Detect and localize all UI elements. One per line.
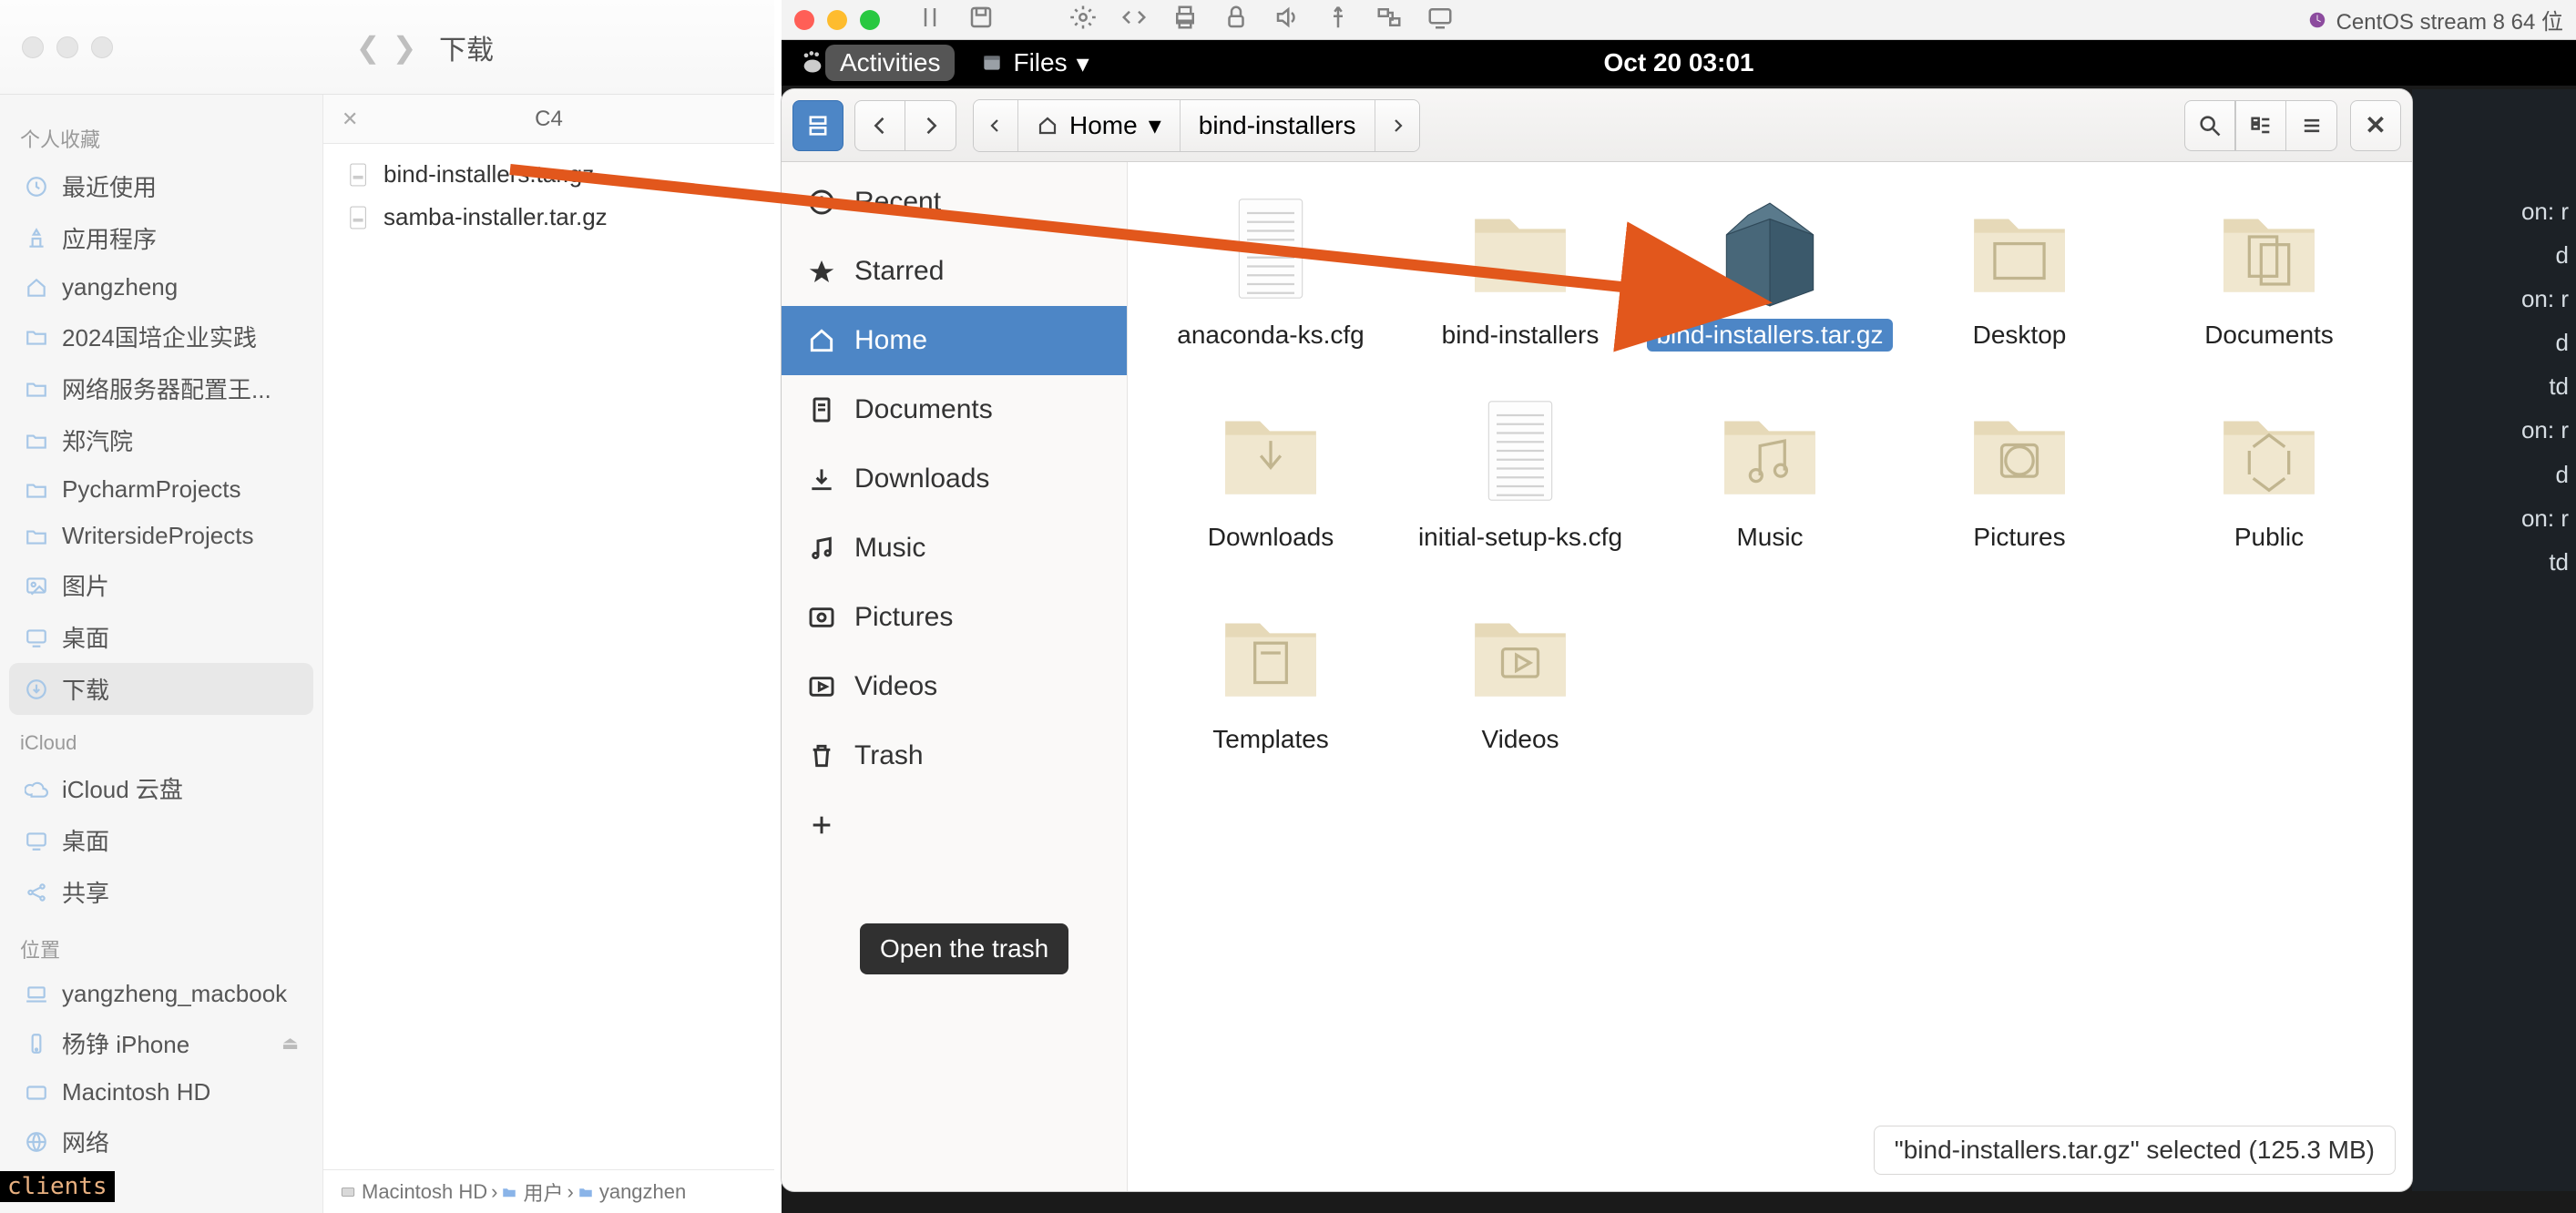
annotation-arrow bbox=[0, 0, 2576, 1213]
